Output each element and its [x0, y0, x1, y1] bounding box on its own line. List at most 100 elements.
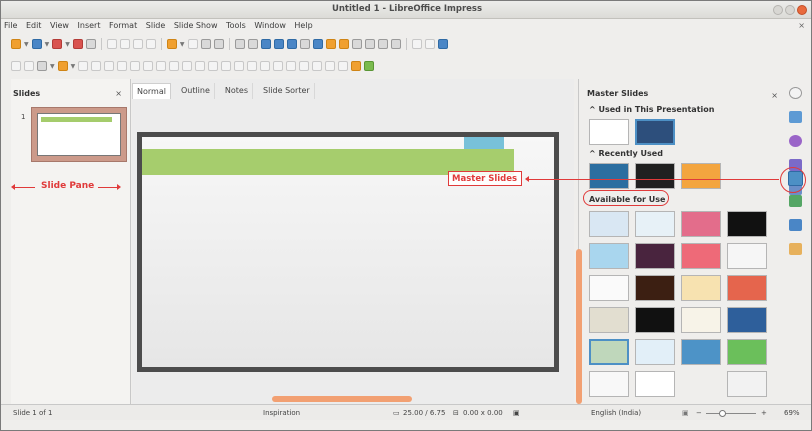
available-master-thumbnail[interactable] — [681, 339, 721, 365]
available-master-thumbnail[interactable] — [681, 307, 721, 333]
rectangle-icon[interactable] — [91, 61, 102, 71]
arrange-icon[interactable] — [286, 61, 297, 71]
callouts-icon[interactable] — [208, 61, 219, 71]
available-master-thumbnail-selected[interactable] — [589, 339, 629, 365]
menu-insert[interactable]: Insert — [78, 21, 101, 30]
available-master-thumbnail[interactable] — [727, 339, 767, 365]
start-current-icon[interactable] — [286, 39, 297, 49]
available-master-thumbnail[interactable] — [681, 211, 721, 237]
toggle-extrusion-icon[interactable] — [364, 61, 375, 71]
recent-master-thumbnail[interactable] — [635, 163, 675, 189]
3d-objects-icon[interactable] — [234, 61, 245, 71]
fill-color-icon[interactable] — [57, 61, 68, 71]
document-close-icon[interactable]: × — [798, 21, 805, 30]
save-dropdown-icon[interactable]: ▼ — [65, 41, 70, 48]
sidebar-settings-icon[interactable] — [789, 87, 802, 99]
hyperlink-icon[interactable] — [377, 39, 388, 49]
available-master-thumbnail[interactable] — [635, 275, 675, 301]
menu-edit[interactable]: Edit — [26, 21, 42, 30]
available-master-thumbnail[interactable] — [727, 307, 767, 333]
menu-help[interactable]: Help — [294, 21, 312, 30]
block-arrows-icon[interactable] — [182, 61, 193, 71]
tab-outline[interactable]: Outline — [177, 83, 215, 99]
available-master-thumbnail[interactable] — [589, 307, 629, 333]
undo-dropdown-icon[interactable]: ▼ — [180, 41, 185, 48]
available-master-thumbnail[interactable] — [635, 307, 675, 333]
spelling-icon[interactable] — [213, 39, 224, 49]
properties-icon[interactable] — [789, 111, 802, 123]
document-modified-icon[interactable]: ▣ — [513, 409, 520, 417]
menu-slide[interactable]: Slide — [146, 21, 166, 30]
open-dropdown-icon[interactable]: ▼ — [45, 41, 50, 48]
table-icon[interactable] — [299, 39, 310, 49]
zoom-level[interactable]: 69% — [784, 409, 800, 417]
grid-icon[interactable] — [234, 39, 245, 49]
paste-icon[interactable] — [132, 39, 143, 49]
navigator-icon[interactable] — [789, 219, 802, 231]
export-pdf-icon[interactable] — [72, 39, 83, 49]
line-icon[interactable] — [78, 61, 89, 71]
image-icon[interactable] — [312, 39, 323, 49]
line-color-icon[interactable] — [37, 61, 47, 71]
language-status[interactable]: English (India) — [591, 409, 641, 417]
new-dropdown-icon[interactable]: ▼ — [24, 41, 29, 48]
horizontal-scrollbar[interactable] — [272, 396, 412, 402]
display-views-icon[interactable] — [247, 39, 258, 49]
fill-color-dropdown-icon[interactable]: ▼ — [71, 63, 76, 70]
master-slides-close-icon[interactable]: × — [771, 91, 778, 100]
zoom-fit-icon[interactable]: ▣ — [682, 409, 689, 417]
print-icon[interactable] — [85, 39, 96, 49]
menu-file[interactable]: File — [4, 21, 17, 30]
available-master-thumbnail[interactable] — [727, 275, 767, 301]
available-master-thumbnail[interactable] — [681, 275, 721, 301]
available-master-thumbnail[interactable] — [727, 243, 767, 269]
master-thumbnail[interactable] — [589, 119, 629, 145]
draw-icon[interactable] — [390, 39, 401, 49]
slide-thumbnail-1[interactable] — [31, 107, 127, 162]
flowchart-icon[interactable] — [195, 61, 206, 71]
close-window-button[interactable] — [797, 5, 807, 15]
symbol-shapes-icon[interactable] — [169, 61, 180, 71]
master-panel-scrollbar[interactable] — [576, 249, 582, 404]
zoom-slider-handle[interactable] — [719, 410, 726, 417]
available-master-thumbnail[interactable] — [635, 243, 675, 269]
fontwork-icon[interactable] — [364, 39, 375, 49]
shapes-icon[interactable] — [789, 135, 802, 147]
shadow-tool-icon[interactable] — [312, 61, 323, 71]
points-icon[interactable] — [247, 61, 258, 71]
zoom-in-icon[interactable]: + — [761, 409, 767, 417]
helplines-icon[interactable] — [437, 39, 448, 49]
available-master-thumbnail[interactable] — [589, 275, 629, 301]
undo-icon[interactable] — [166, 39, 177, 49]
tab-notes[interactable]: Notes — [221, 83, 254, 99]
clone-icon[interactable] — [145, 39, 156, 49]
ellipse-icon[interactable] — [104, 61, 115, 71]
connector-icon[interactable] — [143, 61, 154, 71]
recent-master-thumbnail[interactable] — [681, 163, 721, 189]
zoom-pan-icon[interactable] — [24, 61, 34, 71]
zoom-out-icon[interactable]: − — [696, 409, 702, 417]
available-master-thumbnail[interactable] — [589, 243, 629, 269]
master-slide-icon[interactable] — [260, 39, 271, 49]
tab-normal[interactable]: Normal — [132, 83, 171, 99]
new-icon[interactable] — [11, 39, 21, 49]
gallery-icon[interactable] — [789, 195, 802, 207]
slides-pane-close-icon[interactable]: × — [115, 89, 122, 98]
styles-icon[interactable] — [789, 243, 802, 255]
start-first-icon[interactable] — [273, 39, 284, 49]
menu-window[interactable]: Window — [254, 21, 286, 30]
available-master-thumbnail[interactable] — [727, 211, 767, 237]
available-master-thumbnail[interactable] — [727, 371, 767, 397]
menu-format[interactable]: Format — [109, 21, 137, 30]
cut-icon[interactable] — [106, 39, 117, 49]
display-grid-icon[interactable] — [424, 39, 435, 49]
redo-icon[interactable] — [187, 39, 198, 49]
basic-shapes-icon[interactable] — [156, 61, 167, 71]
available-master-thumbnail[interactable] — [635, 371, 675, 397]
filter-icon[interactable] — [338, 61, 349, 71]
zoom-slider-track[interactable] — [706, 413, 756, 414]
available-master-thumbnail[interactable] — [589, 371, 629, 397]
stars-icon[interactable] — [221, 61, 232, 71]
menu-view[interactable]: View — [50, 21, 69, 30]
crop-icon[interactable] — [325, 61, 336, 71]
